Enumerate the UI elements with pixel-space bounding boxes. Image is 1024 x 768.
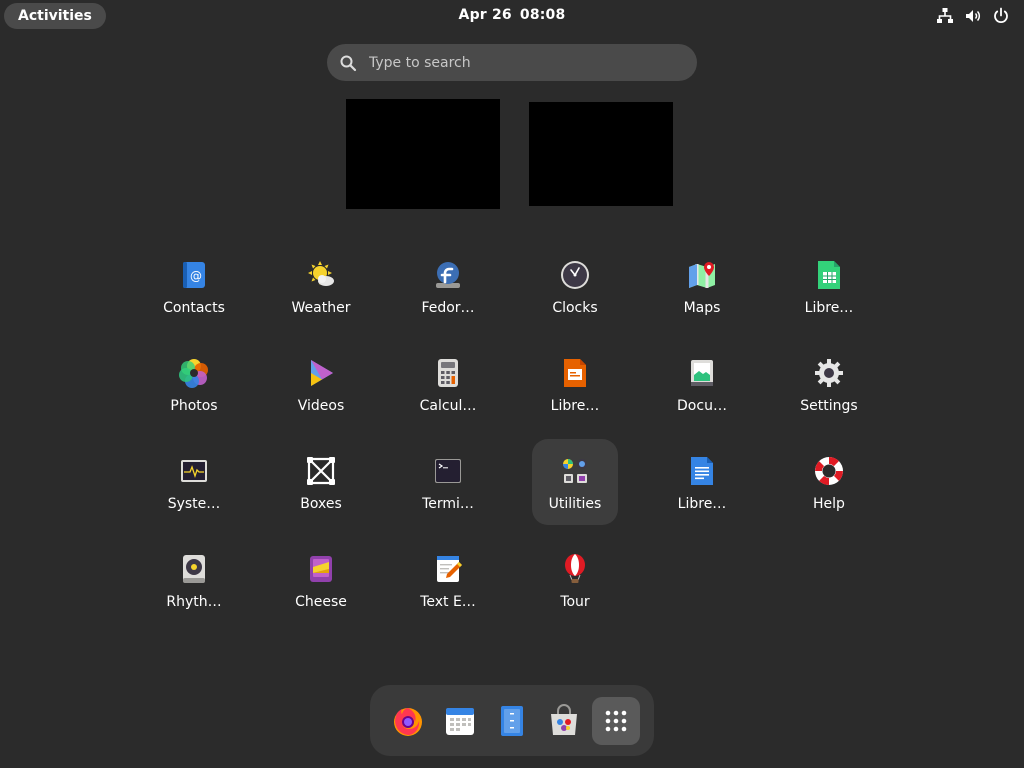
app-system-monitor[interactable]: Syste… (151, 439, 237, 525)
app-weather[interactable]: Weather (278, 243, 364, 329)
weather-icon (308, 261, 334, 286)
app-settings[interactable]: Settings (786, 341, 872, 427)
top-bar: Activities Apr 26 08:08 (0, 0, 1024, 32)
app-label: Fedor… (421, 300, 475, 316)
app-boxes[interactable]: Boxes (278, 439, 364, 525)
workspace-thumbnail-1[interactable] (346, 99, 500, 209)
document-scanner-icon (691, 360, 713, 386)
svg-text:@: @ (190, 269, 202, 283)
search-input[interactable] (367, 53, 697, 72)
app-cheese[interactable]: Cheese (278, 537, 364, 623)
fedora-icon (436, 262, 460, 288)
clock[interactable]: Apr 26 08:08 (0, 7, 1024, 23)
app-text-editor[interactable]: Text E… (405, 537, 491, 623)
text-editor-icon (437, 556, 462, 582)
app-label: Libre… (677, 496, 727, 512)
app-label: Syste… (167, 496, 221, 512)
app-label: Videos (297, 398, 345, 414)
videos-icon (311, 360, 333, 386)
app-label: Text E… (420, 594, 476, 610)
clock-time: 08:08 (519, 7, 566, 23)
app-label: Contacts (163, 300, 225, 316)
app-label: Help (813, 496, 845, 512)
cheese-icon (310, 556, 332, 582)
app-help[interactable]: Help (786, 439, 872, 525)
terminal-icon (435, 459, 461, 483)
software-icon (551, 704, 577, 735)
app-libreoffice-impress[interactable]: Libre… (532, 341, 618, 427)
dock-show-apps[interactable] (592, 697, 640, 745)
clock-date: Apr 26 (458, 7, 512, 23)
app-clocks[interactable]: Clocks (532, 243, 618, 329)
app-label: Termi… (422, 496, 474, 512)
app-label: Cheese (295, 594, 347, 610)
volume-icon[interactable] (964, 7, 982, 25)
app-document-scanner[interactable]: Docu… (659, 341, 745, 427)
tour-icon (565, 554, 585, 583)
app-contacts[interactable]: @ Contacts (151, 243, 237, 329)
network-icon[interactable] (936, 7, 954, 25)
rhythmbox-icon (183, 555, 205, 583)
workspace-thumbnail-2[interactable] (529, 102, 673, 206)
system-monitor-icon (181, 460, 207, 482)
files-icon (501, 706, 523, 736)
power-icon[interactable] (992, 7, 1010, 25)
app-photos[interactable]: Photos (151, 341, 237, 427)
app-label: Libre… (804, 300, 854, 316)
app-rhythmbox[interactable]: Rhyth… (151, 537, 237, 623)
photos-icon (179, 359, 208, 388)
app-label: Weather (291, 300, 351, 316)
calendar-icon (446, 708, 474, 735)
app-tour[interactable]: Tour (532, 537, 618, 623)
app-label: Clocks (552, 300, 598, 316)
app-label: Utilities (548, 496, 602, 512)
app-maps[interactable]: Maps (659, 243, 745, 329)
app-label: Settings (800, 398, 858, 414)
boxes-icon (307, 457, 335, 485)
app-calculator[interactable]: Calcul… (405, 341, 491, 427)
app-label: Boxes (300, 496, 342, 512)
show-apps-icon (605, 710, 627, 732)
app-label: Rhyth… (166, 594, 222, 610)
app-label: Photos (170, 398, 218, 414)
clocks-icon (561, 261, 589, 289)
libreoffice-writer-icon (691, 457, 713, 485)
app-utilities-folder[interactable]: Utilities (532, 439, 618, 525)
app-terminal[interactable]: Termi… (405, 439, 491, 525)
app-label: Libre… (550, 398, 600, 414)
app-fedora[interactable]: Fedor… (405, 243, 491, 329)
search-bar[interactable] (327, 44, 697, 81)
maps-icon (689, 262, 715, 288)
utilities-folder-icon (563, 459, 587, 483)
dash-dock (370, 685, 654, 756)
calculator-icon (438, 359, 458, 387)
dock-software[interactable] (540, 697, 588, 745)
app-libreoffice-calc[interactable]: Libre… (786, 243, 872, 329)
contacts-icon: @ (183, 262, 205, 288)
libreoffice-calc-icon (818, 261, 840, 289)
dock-calendar[interactable] (436, 697, 484, 745)
help-icon (815, 457, 843, 485)
app-libreoffice-writer[interactable]: Libre… (659, 439, 745, 525)
app-videos[interactable]: Videos (278, 341, 364, 427)
dock-files[interactable] (488, 697, 536, 745)
settings-icon (815, 359, 843, 387)
app-label: Docu… (677, 398, 727, 414)
search-icon (340, 55, 357, 71)
dock-firefox[interactable] (384, 697, 432, 745)
system-status-area[interactable] (936, 7, 1010, 25)
app-label: Calcul… (419, 398, 477, 414)
firefox-icon (394, 708, 422, 736)
libreoffice-impress-icon (564, 359, 586, 387)
app-label: Tour (560, 594, 590, 610)
app-label: Maps (683, 300, 721, 316)
